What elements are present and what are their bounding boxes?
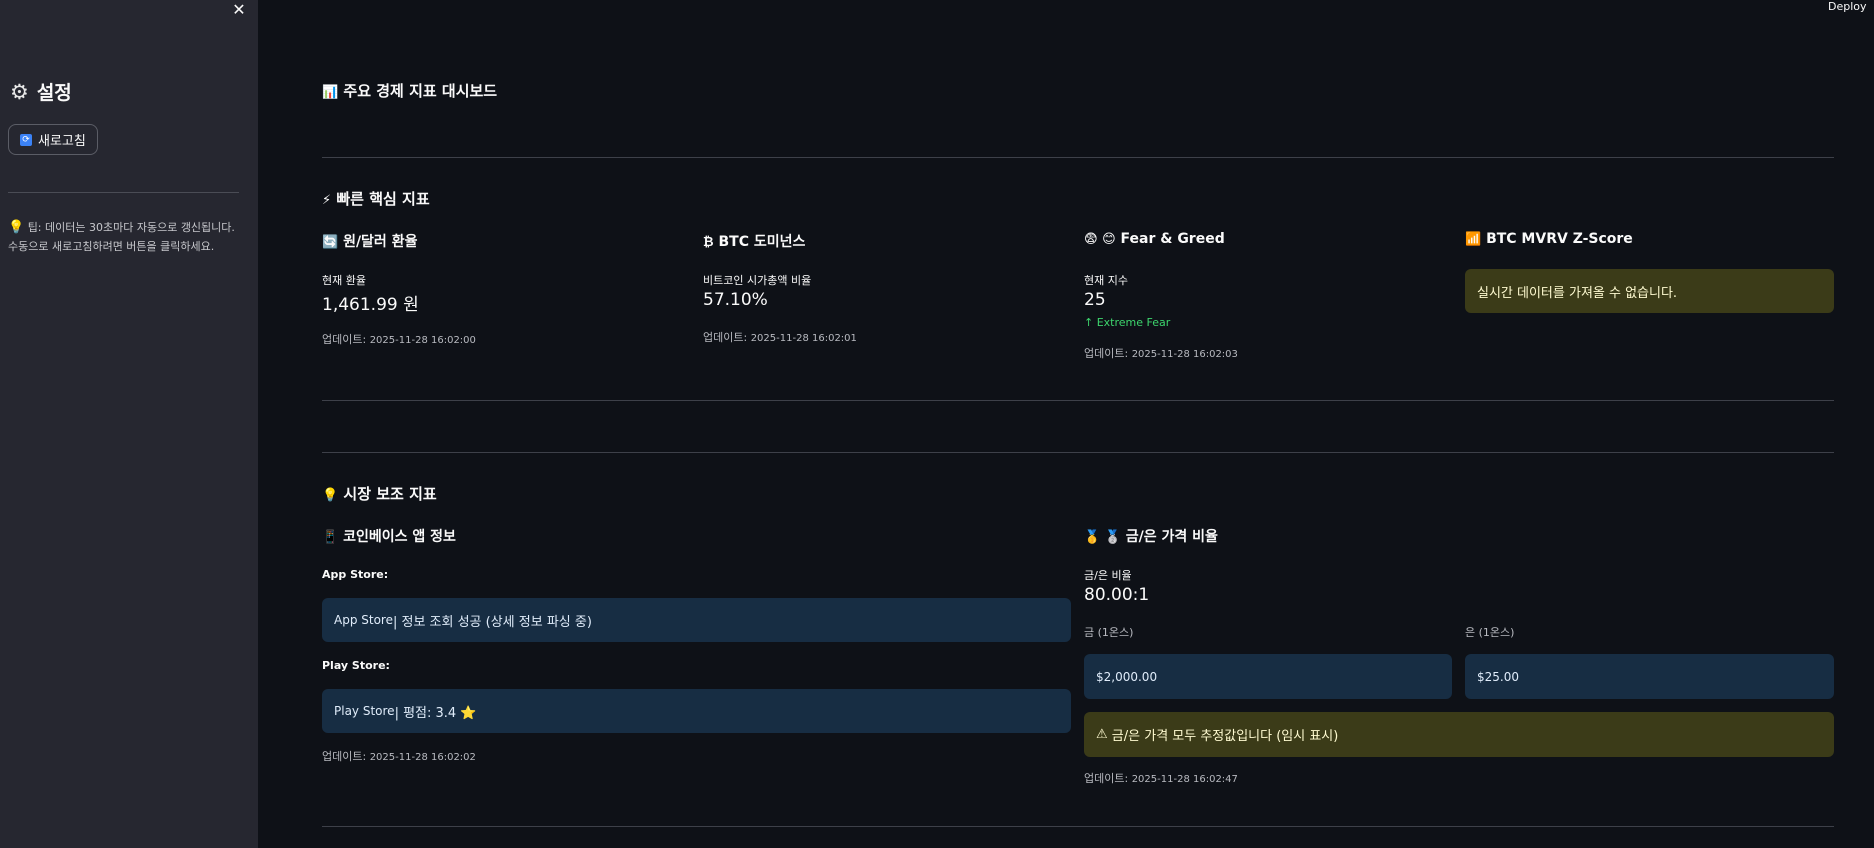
main-content: 📊 주요 경제 지표 대시보드 ⚡ 빠른 핵심 지표 🔄 원/달러 환율 현재 … xyxy=(322,0,1834,848)
quick-section-heading-text: 빠른 핵심 지표 xyxy=(336,190,430,208)
divider xyxy=(322,400,1834,401)
arrow-up-icon: ↑ xyxy=(1084,316,1094,329)
fear-greed-value: 25 xyxy=(1084,290,1106,310)
warning-icon: ⚠ xyxy=(1096,727,1108,742)
gold-silver-warning-text: 금/은 가격 모두 추정값입니다 (임시 표시) xyxy=(1111,729,1339,744)
fx-label: 현재 환율 xyxy=(322,274,366,287)
playstore-text: | 평점: 3.4 ⭐ xyxy=(394,705,477,721)
fear-greed-label: 현재 지수 xyxy=(1084,274,1128,287)
gold-silver-title-text: 금/은 가격 비율 xyxy=(1125,529,1218,545)
silver-label: 은 (1온스) xyxy=(1465,626,1515,639)
divider xyxy=(322,157,1834,158)
playstore-label: Play Store: xyxy=(322,659,390,672)
sidebar: ✕ ⚙ 설정 ⟳ 새로고침 💡 팁: 데이터는 30초마다 자동으로 갱신됩니다… xyxy=(0,0,258,848)
fx-updated-prefix: 업데이트: xyxy=(322,333,367,346)
gold-silver-updated: 업데이트: 2025-11-28 16:02:47 xyxy=(1084,770,1238,786)
gold-silver-ratio-label: 금/은 비율 xyxy=(1084,569,1132,582)
mvrv-title-text: BTC MVRV Z-Score xyxy=(1486,231,1633,247)
fear-greed-updated-ts: 2025-11-28 16:02:03 xyxy=(1131,349,1238,360)
fear-greed-delta: ↑ Extreme Fear xyxy=(1084,316,1170,329)
fx-card-title-text: 원/달러 환율 xyxy=(343,234,418,250)
sidebar-title: ⚙ 설정 xyxy=(10,78,72,105)
sidebar-title-label: 설정 xyxy=(36,82,72,104)
coinbase-updated: 업데이트: 2025-11-28 16:02:02 xyxy=(322,748,476,764)
gold-silver-warning-alert: ⚠ 금/은 가격 모두 추정값입니다 (임시 표시) xyxy=(1084,712,1834,757)
fx-updated: 업데이트: 2025-11-28 16:02:00 xyxy=(322,331,476,347)
coinbase-card-title: 📱 코인베이스 앱 정보 xyxy=(322,526,456,546)
refresh-arrows-icon: 🔄 xyxy=(322,235,339,250)
secondary-section-heading: 💡 시장 보조 지표 xyxy=(322,483,437,504)
page-title: 📊 주요 경제 지표 대시보드 xyxy=(322,80,497,101)
coinbase-title-text: 코인베이스 앱 정보 xyxy=(343,529,456,545)
silver-price-box: $25.00 xyxy=(1465,654,1834,699)
btc-dominance-label: 비트코인 시가총액 비율 xyxy=(703,274,812,287)
bitcoin-icon: ₿ xyxy=(703,235,714,250)
tip-line-2: 수동으로 새로고침하려면 버튼을 클릭하세요. xyxy=(8,240,215,253)
signal-bars-icon: 📶 xyxy=(1465,232,1482,247)
gold-silver-ratio-value: 80.00:1 xyxy=(1084,585,1150,605)
fear-greed-updated-prefix: 업데이트: xyxy=(1084,347,1129,360)
secondary-section-heading-text: 시장 보조 지표 xyxy=(343,485,437,503)
refresh-button[interactable]: ⟳ 새로고침 xyxy=(8,124,98,155)
refresh-icon: ⟳ xyxy=(20,133,32,146)
playstore-info-alert: Play Store | 평점: 3.4 ⭐ xyxy=(322,689,1071,733)
appstore-label: App Store: xyxy=(322,568,389,581)
fear-greed-emoji-icon: 😨 😊 xyxy=(1084,232,1116,247)
divider xyxy=(322,452,1834,453)
divider xyxy=(322,826,1834,827)
medal-icon: 🥇 🥈 xyxy=(1084,530,1121,545)
btc-dominance-updated: 업데이트: 2025-11-28 16:02:01 xyxy=(703,329,857,345)
refresh-button-label: 새로고침 xyxy=(38,134,86,149)
fear-greed-delta-text: Extreme Fear xyxy=(1096,316,1171,329)
lightning-icon: ⚡ xyxy=(322,193,332,208)
bar-chart-icon: 📊 xyxy=(322,85,339,100)
btc-dominance-updated-ts: 2025-11-28 16:02:01 xyxy=(750,333,857,344)
page-title-text: 주요 경제 지표 대시보드 xyxy=(343,82,498,100)
fx-updated-ts: 2025-11-28 16:02:00 xyxy=(369,335,476,346)
appstore-info-alert: App Store | 정보 조회 성공 (상세 정보 파싱 중) xyxy=(322,598,1071,642)
gear-icon: ⚙ xyxy=(10,79,29,104)
coinbase-updated-prefix: 업데이트: xyxy=(322,750,367,763)
gold-silver-updated-ts: 2025-11-28 16:02:47 xyxy=(1131,774,1238,785)
btc-dominance-updated-prefix: 업데이트: xyxy=(703,331,748,344)
btc-dominance-title-text: BTC 도미넌스 xyxy=(718,234,806,250)
sidebar-tip: 💡 팁: 데이터는 30초마다 자동으로 갱신됩니다. 수동으로 새로고침하려면… xyxy=(8,218,244,256)
coinbase-updated-ts: 2025-11-28 16:02:02 xyxy=(369,752,476,763)
fx-card-title: 🔄 원/달러 환율 xyxy=(322,231,417,251)
appstore-text: | 정보 조회 성공 (상세 정보 파싱 중) xyxy=(392,614,592,630)
fx-value: 1,461.99 원 xyxy=(322,295,419,315)
tip-line-1: 팁: 데이터는 30초마다 자동으로 갱신됩니다. xyxy=(27,221,235,234)
gold-price-box: $2,000.00 xyxy=(1084,654,1452,699)
mvrv-warning-alert: 실시간 데이터를 가져올 수 없습니다. xyxy=(1465,269,1834,313)
appstore-prefix: App Store xyxy=(334,613,393,627)
quick-section-heading: ⚡ 빠른 핵심 지표 xyxy=(322,188,430,209)
sidebar-divider xyxy=(8,192,239,193)
gold-silver-card-title: 🥇 🥈 금/은 가격 비율 xyxy=(1084,526,1218,546)
lightbulb-icon: 💡 xyxy=(8,220,25,235)
mvrv-card-title: 📶 BTC MVRV Z-Score xyxy=(1465,231,1633,247)
fear-greed-card-title: 😨 😊 Fear & Greed xyxy=(1084,231,1225,247)
btc-dominance-value: 57.10% xyxy=(703,290,768,310)
gold-label: 금 (1온스) xyxy=(1084,626,1134,639)
fear-greed-title-text: Fear & Greed xyxy=(1120,231,1225,247)
close-sidebar-icon[interactable]: ✕ xyxy=(230,0,248,20)
btc-dominance-card-title: ₿ BTC 도미넌스 xyxy=(703,231,805,251)
fear-greed-updated: 업데이트: 2025-11-28 16:02:03 xyxy=(1084,345,1238,361)
mobile-phone-icon: 📱 xyxy=(322,530,339,545)
gold-silver-updated-prefix: 업데이트: xyxy=(1084,772,1129,785)
lightbulb-icon: 💡 xyxy=(322,488,339,503)
playstore-prefix: Play Store xyxy=(334,704,395,718)
